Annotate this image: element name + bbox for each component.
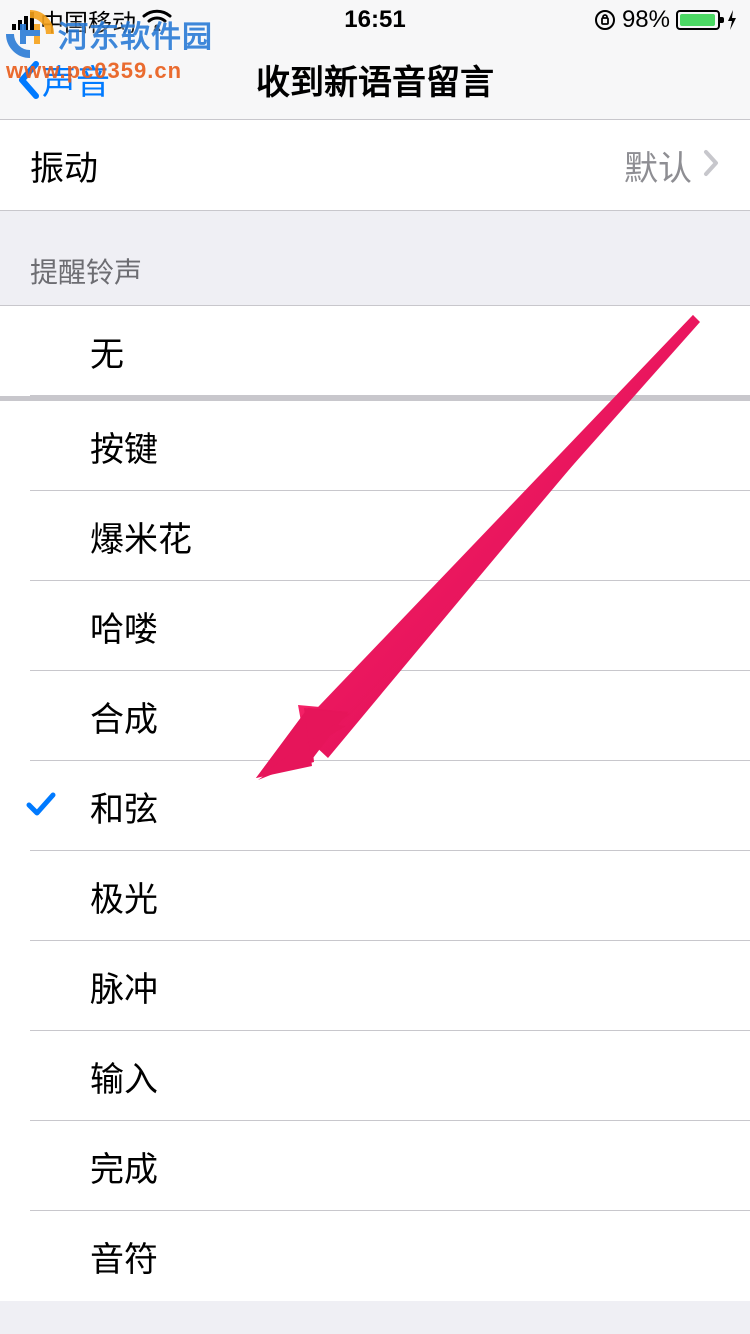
tone-label: 极光 — [90, 872, 158, 921]
tone-list: 无 按键 爆米花 哈喽 合成 和弦 极光 脉冲 输入 完成 — [0, 305, 750, 1301]
tone-row[interactable]: 合成 — [0, 671, 750, 761]
tone-row-selected[interactable]: 和弦 — [0, 761, 750, 851]
tone-label: 无 — [90, 327, 124, 376]
checkmark-icon — [24, 787, 58, 826]
tone-label: 爆米花 — [90, 512, 192, 561]
charging-icon — [726, 9, 738, 31]
nav-bar: 声音 收到新语音留言 — [0, 40, 750, 120]
tone-row[interactable]: 完成 — [0, 1121, 750, 1211]
tone-row[interactable]: 音符 — [0, 1211, 750, 1301]
tone-label: 音符 — [90, 1232, 158, 1281]
status-right: 98% — [594, 6, 738, 34]
tone-row[interactable]: 哈喽 — [0, 581, 750, 671]
section-header-ringtone: 提醒铃声 — [0, 211, 750, 305]
tone-row[interactable]: 输入 — [0, 1031, 750, 1121]
chevron-left-icon — [16, 60, 40, 100]
tone-row[interactable]: 脉冲 — [0, 941, 750, 1031]
wifi-icon — [142, 9, 172, 31]
back-button[interactable]: 声音 — [16, 55, 110, 104]
tone-label: 脉冲 — [90, 962, 158, 1011]
rotation-lock-icon — [594, 9, 616, 31]
tone-row[interactable]: 按键 — [0, 401, 750, 491]
tone-label: 完成 — [90, 1142, 158, 1191]
chevron-right-icon — [702, 148, 720, 183]
status-bar: 中国移动 16:51 98% — [0, 0, 750, 40]
vibration-label: 振动 — [30, 141, 98, 190]
status-left: 中国移动 — [12, 3, 172, 38]
back-label: 声音 — [42, 55, 110, 104]
tone-row[interactable]: 爆米花 — [0, 491, 750, 581]
tone-row[interactable]: 极光 — [0, 851, 750, 941]
battery-percent: 98% — [622, 6, 670, 34]
tone-label: 按键 — [90, 422, 158, 471]
vibration-row[interactable]: 振动 默认 — [0, 120, 750, 210]
signal-icon — [12, 10, 34, 30]
tone-label: 和弦 — [90, 782, 158, 831]
vibration-group: 振动 默认 — [0, 120, 750, 211]
carrier-label: 中国移动 — [40, 3, 136, 38]
tone-label: 哈喽 — [90, 602, 158, 651]
battery-icon — [676, 10, 720, 30]
status-time: 16:51 — [344, 6, 405, 34]
tone-row-none[interactable]: 无 — [0, 306, 750, 396]
page-title: 收到新语音留言 — [256, 55, 494, 104]
tone-label: 输入 — [90, 1052, 158, 1101]
tone-label: 合成 — [90, 692, 158, 741]
vibration-value: 默认 — [624, 141, 692, 190]
